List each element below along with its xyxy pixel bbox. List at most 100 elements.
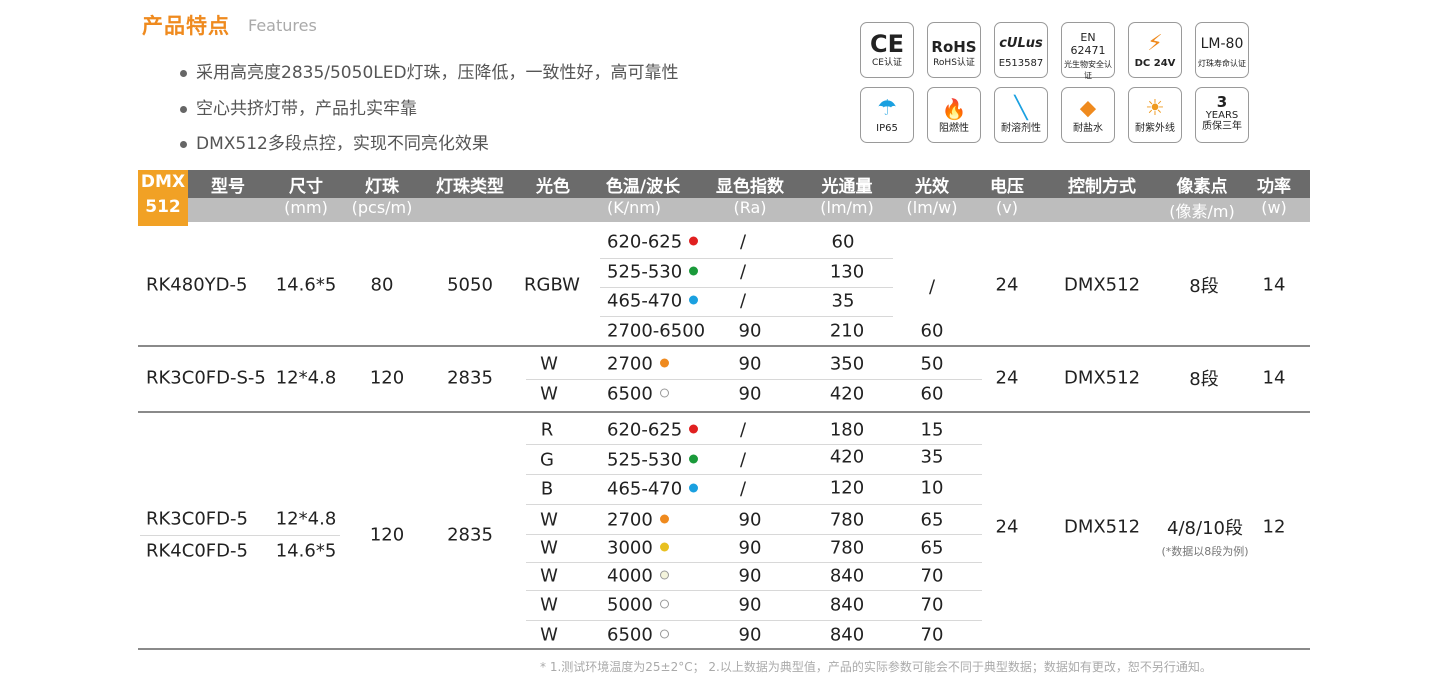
cell-cct: 620-625 <box>607 420 699 441</box>
rohs-icon: RoHS RoHS认证 <box>927 22 981 78</box>
subheader-flux: (lm/m) <box>820 198 874 217</box>
row-divider <box>526 379 982 380</box>
pixel-note: (*数据以8段为例) <box>1161 545 1249 558</box>
cell-model: RK4C0FD-5 <box>146 540 248 562</box>
cell-light-color: W <box>540 353 558 375</box>
cell-flux: 210 <box>829 320 865 342</box>
cell-flux: 350 <box>829 353 865 375</box>
row-divider <box>526 534 982 535</box>
cell-size: 14.6*5 <box>275 274 337 296</box>
cell-cri: / <box>739 419 747 441</box>
header-pixel: 像素点 <box>1176 177 1228 197</box>
cell-cri: / <box>739 290 747 312</box>
row-divider <box>526 590 982 591</box>
red-dot-icon <box>689 424 699 433</box>
cell-control: DMX512 <box>1063 367 1141 389</box>
cell-flux: 840 <box>829 624 865 646</box>
blue-dot-icon <box>689 483 699 492</box>
subheader-beads: (pcs/m) <box>351 198 413 217</box>
cell-size: 14.6*5 <box>275 540 337 562</box>
header-size: 尺寸 <box>289 177 323 197</box>
cell-efficacy: 15 <box>920 419 944 441</box>
cell-light-color: W <box>540 537 558 559</box>
cell-light-color: W <box>540 594 558 616</box>
bullet-icon <box>180 69 187 77</box>
cell-cct: 3000 <box>607 538 669 559</box>
cell-light-color: B <box>540 478 554 500</box>
row-divider <box>600 287 893 288</box>
row-divider <box>600 258 893 259</box>
cell-efficacy: 70 <box>920 594 944 616</box>
header-efficacy: 光效 <box>915 177 949 197</box>
cell-cct: 620-625 <box>607 232 699 253</box>
lm80-icon: LM-80 灯珠寿命认证 <box>1195 22 1249 78</box>
cell-light-color: W <box>540 624 558 646</box>
cell-cri: / <box>739 478 747 500</box>
subheader-size: (mm) <box>284 198 328 217</box>
white-dot-icon <box>659 388 669 397</box>
cell-flux: 420 <box>829 446 865 468</box>
cell-cri: 90 <box>738 509 762 531</box>
cell-light-color: W <box>540 383 558 405</box>
row-divider <box>526 620 982 621</box>
header-voltage: 电压 <box>990 177 1024 197</box>
cell-efficacy: 50 <box>920 353 944 375</box>
row-divider <box>526 474 982 475</box>
header-bead-type: 灯珠类型 <box>436 177 504 197</box>
feature-item: DMX512多段点控，实现不同亮化效果 <box>180 129 489 154</box>
subheader-power: (w) <box>1261 198 1287 217</box>
section-title-en: Features <box>248 16 317 35</box>
ul-mark-icon: cULus E513587 <box>994 22 1048 78</box>
cell-cct: 2700-6500 <box>607 320 706 342</box>
cell-light-color: RGBW <box>524 274 580 296</box>
table-bottom-border <box>138 648 1310 650</box>
cell-pixel: 8段 <box>1189 276 1219 297</box>
bullet-icon <box>180 140 187 148</box>
voltage-warning-icon: ⚡ DC 24V <box>1128 22 1182 78</box>
dmx512-tab: DMX 512 <box>138 170 188 226</box>
row-divider <box>526 562 982 563</box>
cell-beads: 80 <box>370 274 394 296</box>
header-flux: 光通量 <box>821 177 873 197</box>
cell-beads: 120 <box>369 524 405 546</box>
cell-model: RK3C0FD-5 <box>146 508 248 530</box>
cell-light-color: G <box>540 449 554 471</box>
header-control: 控制方式 <box>1068 177 1136 197</box>
salt-water-icon: ⬥ 耐盐水 <box>1061 87 1115 143</box>
cell-cri: 90 <box>738 353 762 375</box>
cell-cct: 5000 <box>607 595 669 616</box>
cell-light-color: W <box>540 509 558 531</box>
subheader-cct: (K/nm) <box>606 198 662 217</box>
cell-cct: 2700 <box>607 510 669 531</box>
cell-flux: 780 <box>829 537 865 559</box>
header-light-color: 光色 <box>536 177 570 197</box>
cell-efficacy: 60 <box>920 383 944 405</box>
cell-cct: 4000 <box>607 566 669 587</box>
cell-cri: 90 <box>738 383 762 405</box>
cell-power: 14 <box>1262 274 1286 296</box>
cell-control: DMX512 <box>1063 516 1141 538</box>
cell-cri: / <box>739 449 747 471</box>
header-beads: 灯珠 <box>365 177 399 197</box>
cell-control: DMX512 <box>1063 274 1141 296</box>
flame-icon: 🔥 阻燃性 <box>927 87 981 143</box>
orange-dot-icon <box>659 514 669 523</box>
cell-cri: 90 <box>738 565 762 587</box>
yellow-dot-icon <box>659 542 669 551</box>
ce-mark-icon: CE CE认证 <box>860 22 914 78</box>
cell-bead-type: 5050 <box>447 274 493 296</box>
cell-cct: 525-530 <box>607 450 699 471</box>
cell-size: 12*4.8 <box>275 508 337 530</box>
group-divider <box>138 345 1310 347</box>
cell-efficacy: 60 <box>920 320 944 342</box>
cell-cri: / <box>739 261 747 283</box>
green-dot-icon <box>689 454 699 463</box>
cell-cri: 90 <box>738 594 762 616</box>
cell-voltage: 24 <box>995 367 1019 389</box>
cell-pixel: 8段 <box>1189 369 1219 390</box>
uv-sun-icon: ☀ 耐紫外线 <box>1128 87 1182 143</box>
cell-voltage: 24 <box>995 274 1019 296</box>
red-dot-icon <box>689 236 699 245</box>
cell-efficacy: 70 <box>920 624 944 646</box>
feature-item: 空心共挤灯带，产品扎实牢靠 <box>180 94 417 119</box>
